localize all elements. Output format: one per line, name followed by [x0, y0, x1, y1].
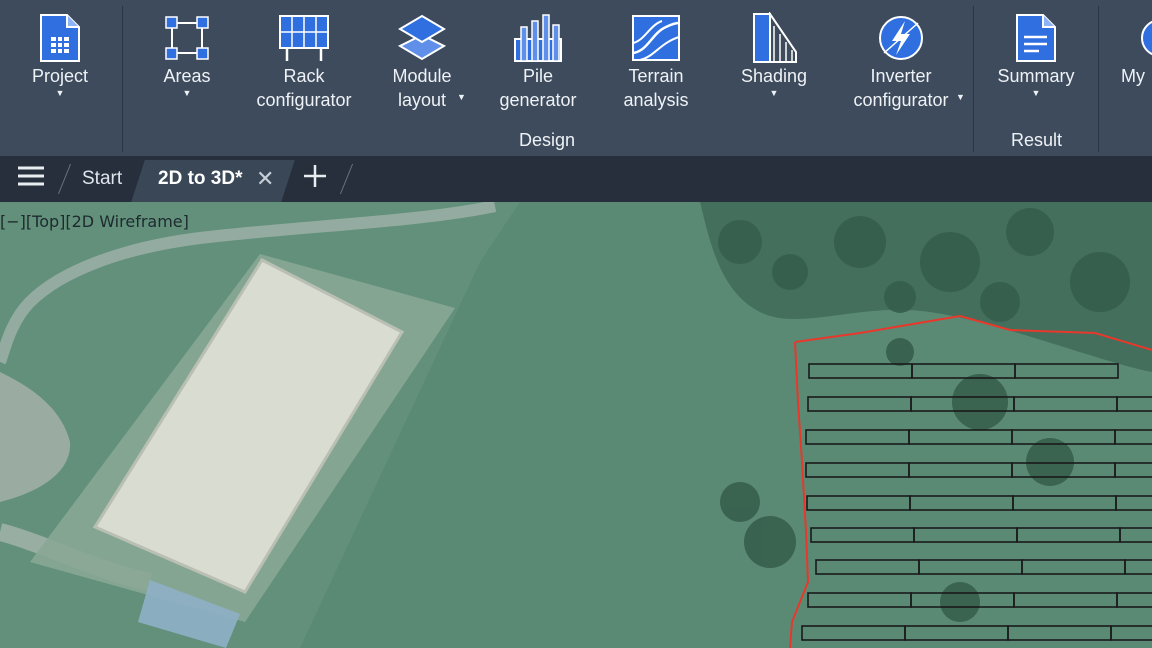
pile-generator-button[interactable]: Pile generator — [494, 12, 582, 112]
pile-label-1: Pile — [522, 66, 553, 86]
module-layout-button[interactable]: Module layout — [386, 12, 458, 112]
module-label-1: Module — [392, 66, 452, 86]
pile-icon — [510, 12, 566, 64]
my-button[interactable]: My — [1118, 12, 1152, 88]
new-tab-button[interactable] — [303, 156, 327, 202]
chevron-down-icon: ▼ — [769, 88, 779, 98]
close-tab-button[interactable]: ✕ — [256, 156, 274, 202]
ribbon-separator — [973, 6, 974, 152]
summary-label: Summary — [997, 66, 1075, 86]
summary-button[interactable]: Summary ▼ — [994, 12, 1078, 98]
tab-start[interactable]: Start — [82, 156, 122, 202]
module-layout-icon — [394, 12, 450, 64]
chevron-down-icon[interactable]: ▼ — [956, 92, 965, 102]
terrain-analysis-button[interactable]: Terrain analysis — [614, 12, 698, 112]
tab-2d-to-3d[interactable]: 2D to 3D* — [158, 156, 242, 202]
viewport-controls-label[interactable]: [−][Top][2D Wireframe] — [0, 212, 189, 231]
shading-icon — [746, 12, 802, 64]
tab-divider — [57, 164, 72, 194]
hamburger-icon — [18, 165, 44, 193]
tab-2d-to-3d-label: 2D to 3D* — [158, 168, 243, 189]
chevron-down-icon: ▼ — [182, 88, 192, 98]
inverter-label-2: configurator — [853, 90, 949, 110]
project-label: Project — [31, 66, 89, 86]
terrain-label-1: Terrain — [628, 66, 684, 86]
rack-label-1: Rack — [283, 66, 325, 86]
tab-bar: Start 2D to 3D* ✕ — [0, 156, 1152, 202]
pile-label-2: generator — [499, 90, 577, 110]
shading-label: Shading — [740, 66, 808, 86]
chevron-down-icon: ▼ — [55, 88, 65, 98]
chevron-down-icon: ▼ — [1031, 88, 1041, 98]
areas-label: Areas — [163, 66, 211, 86]
areas-icon — [159, 12, 215, 64]
tab-start-label: Start — [82, 168, 123, 189]
inverter-configurator-button[interactable]: Inverter configurator — [844, 12, 958, 112]
tab-divider — [339, 164, 354, 194]
design-group-label: Design — [519, 130, 576, 150]
ribbon: Project ▼ Areas ▼ Rack configurator Modu… — [0, 0, 1152, 156]
rack-icon — [276, 12, 332, 64]
areas-button[interactable]: Areas ▼ — [156, 12, 218, 98]
module-label-2: layout — [397, 90, 447, 110]
menu-button[interactable] — [18, 156, 44, 202]
rack-label-2: configurator — [256, 90, 352, 110]
aerial-map — [0, 202, 1152, 648]
project-button[interactable]: Project ▼ — [28, 12, 92, 98]
shading-button[interactable]: Shading ▼ — [738, 12, 810, 98]
ribbon-separator — [1098, 6, 1099, 152]
inverter-label-1: Inverter — [870, 66, 932, 86]
plus-icon — [303, 164, 327, 194]
close-icon: ✕ — [256, 166, 275, 191]
inverter-icon — [873, 12, 929, 64]
terrain-label-2: analysis — [623, 90, 689, 110]
drawing-viewport[interactable]: [−][Top][2D Wireframe] — [0, 202, 1152, 648]
my-icon — [1118, 12, 1152, 64]
terrain-icon — [628, 12, 684, 64]
rack-configurator-button[interactable]: Rack configurator — [248, 12, 360, 112]
summary-icon — [1008, 12, 1064, 64]
project-icon — [32, 12, 88, 64]
result-group-label: Result — [1011, 130, 1063, 150]
my-label: My — [1121, 66, 1145, 86]
ribbon-separator — [122, 6, 123, 152]
chevron-down-icon[interactable]: ▼ — [457, 92, 466, 102]
